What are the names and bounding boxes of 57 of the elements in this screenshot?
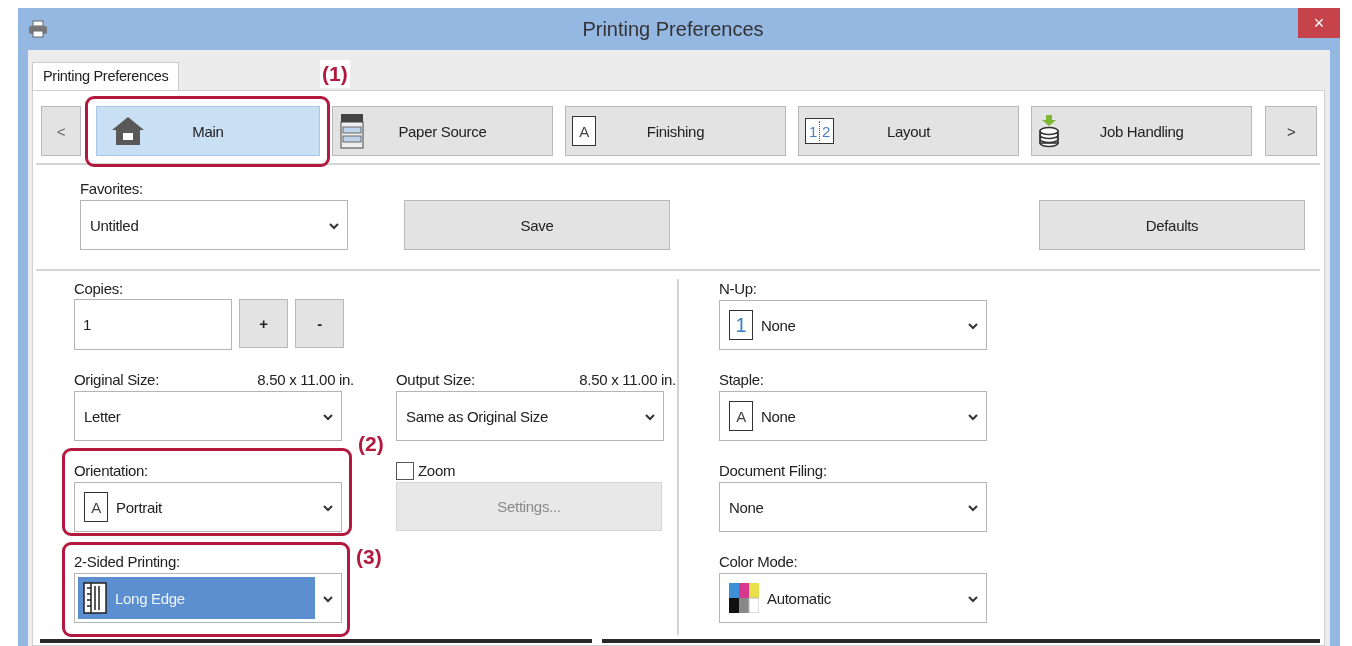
- size-reading: 8.50 x 11.00 in.: [257, 370, 354, 390]
- zoom-checkbox[interactable]: Zoom: [396, 461, 676, 481]
- chevron-icon: [968, 414, 978, 421]
- color-mode-label: Color Mode:: [719, 552, 799, 572]
- nav-tab[interactable]: A Finishing: [565, 106, 787, 156]
- color-grid-icon: [729, 583, 759, 613]
- chevron-icon: [323, 596, 333, 603]
- staple-dropdown[interactable]: A None: [719, 391, 987, 441]
- page-icon: 1: [729, 310, 753, 340]
- copier-icon: [338, 113, 365, 149]
- document-filing-dropdown[interactable]: None: [719, 482, 987, 532]
- callout-label: (1): [320, 60, 350, 88]
- layout-icon: 1 2: [805, 118, 835, 144]
- chevron-icon: [329, 223, 339, 230]
- output-size-dropdown[interactable]: Same as Original Size: [396, 391, 664, 441]
- close-button[interactable]: ×: [1298, 8, 1340, 38]
- two-sided-label: 2-Sided Printing:: [74, 552, 181, 572]
- defaults-button[interactable]: Defaults: [1039, 200, 1305, 250]
- n-up-label: N-Up:: [719, 279, 758, 299]
- staple-label: Staple:: [719, 370, 765, 390]
- size-reading: 8.50 x 11.00 in.: [579, 370, 676, 390]
- next-button[interactable]: >: [1265, 106, 1317, 156]
- document-filing-label: Document Filing:: [719, 461, 828, 481]
- nav-tab[interactable]: Job Handling: [1031, 106, 1253, 156]
- nav-tab[interactable]: 1 2 Layout: [798, 106, 1020, 156]
- favorites-dropdown[interactable]: Untitled: [80, 200, 348, 250]
- tab[interactable]: Printing Preferences: [32, 62, 180, 90]
- original-size-label: Original Size:: [74, 370, 159, 390]
- database-icon: [1038, 114, 1061, 148]
- color-mode-dropdown[interactable]: Automatic: [719, 573, 987, 623]
- chevron-icon: [323, 414, 333, 421]
- chevron-icon: [968, 596, 978, 603]
- orientation-label: Orientation:: [74, 461, 149, 481]
- page-icon: A: [572, 116, 596, 146]
- nav-tab[interactable]: Paper Source: [331, 106, 553, 156]
- window-title: Printing Preferences: [581, 17, 765, 41]
- original-size-dropdown[interactable]: Letter: [74, 391, 342, 441]
- house-icon: [110, 116, 145, 146]
- page-icon: A: [729, 401, 753, 431]
- favorites-label: Favorites:: [80, 179, 144, 199]
- chevron-icon: [645, 414, 655, 421]
- page-icon: A: [84, 492, 108, 522]
- copies-field[interactable]: 1: [74, 299, 232, 350]
- booklet-icon: [83, 582, 107, 614]
- chevron-icon: [968, 505, 978, 512]
- printer-icon: [28, 20, 48, 38]
- chevron-icon: [968, 323, 978, 330]
- previous-button[interactable]: <: [41, 106, 81, 156]
- n-up-dropdown[interactable]: 1 None: [719, 300, 987, 350]
- orientation-dropdown[interactable]: A Portrait: [74, 482, 342, 532]
- nav-tab[interactable]: Main: [95, 106, 320, 156]
- output-size-label: Output Size:: [396, 370, 475, 390]
- chevron-icon: [323, 505, 333, 512]
- save-button[interactable]: Save: [404, 200, 670, 250]
- decrement-button[interactable]: -: [295, 299, 344, 348]
- increment-button[interactable]: +: [239, 299, 288, 348]
- copies-label: Copies:: [74, 279, 124, 299]
